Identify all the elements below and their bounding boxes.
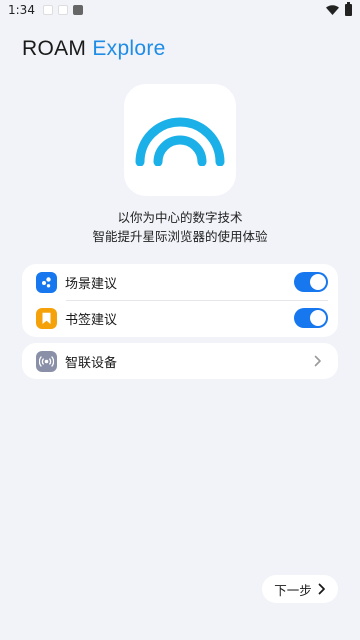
notification-icon	[57, 5, 68, 15]
scene-suggestion-label: 场景建议	[65, 276, 118, 292]
scene-suggestion-toggle[interactable]	[294, 272, 328, 292]
next-step-button[interactable]: 下一步	[262, 575, 338, 603]
bookmark-suggestion-row[interactable]: 书签建议	[22, 300, 338, 336]
intro-description: 以你为中心的数字技术 智能提升星际浏览器的使用体验	[0, 208, 360, 246]
broadcast-icon	[36, 350, 57, 372]
notification-icon	[72, 5, 83, 15]
smart-devices-row[interactable]: 智联设备	[22, 343, 338, 379]
description-line: 以你为中心的数字技术	[117, 210, 243, 225]
toggle-knob	[310, 274, 326, 290]
chevron-right-icon	[314, 355, 321, 367]
page-title: ROAM Explore	[22, 37, 166, 61]
product-name: Explore	[92, 37, 166, 60]
bookmark-suggestion-label: 书签建议	[65, 312, 118, 328]
chevron-right-icon	[318, 583, 325, 595]
smart-devices-card[interactable]: 智联设备	[22, 343, 338, 379]
suggestion-settings-card: 场景建议 书签建议	[22, 264, 338, 337]
bookmark-suggestion-toggle[interactable]	[294, 308, 328, 328]
status-bar: 1:34	[0, 0, 360, 20]
toggle-knob	[310, 310, 326, 326]
smart-devices-label: 智联设备	[65, 355, 118, 371]
notification-icon	[42, 5, 53, 15]
status-time: 1:34	[8, 3, 35, 17]
scene-suggestion-icon	[36, 271, 57, 293]
description-line: 智能提升星际浏览器的使用体验	[92, 229, 268, 244]
battery-icon	[345, 2, 352, 16]
brand-name: ROAM	[22, 37, 87, 60]
roam-rainbow-logo-icon	[135, 117, 225, 166]
scene-suggestion-row[interactable]: 场景建议	[22, 264, 338, 300]
wifi-icon	[326, 5, 339, 15]
next-step-label: 下一步	[274, 582, 312, 598]
app-logo	[124, 84, 236, 196]
bookmark-icon	[36, 307, 57, 329]
